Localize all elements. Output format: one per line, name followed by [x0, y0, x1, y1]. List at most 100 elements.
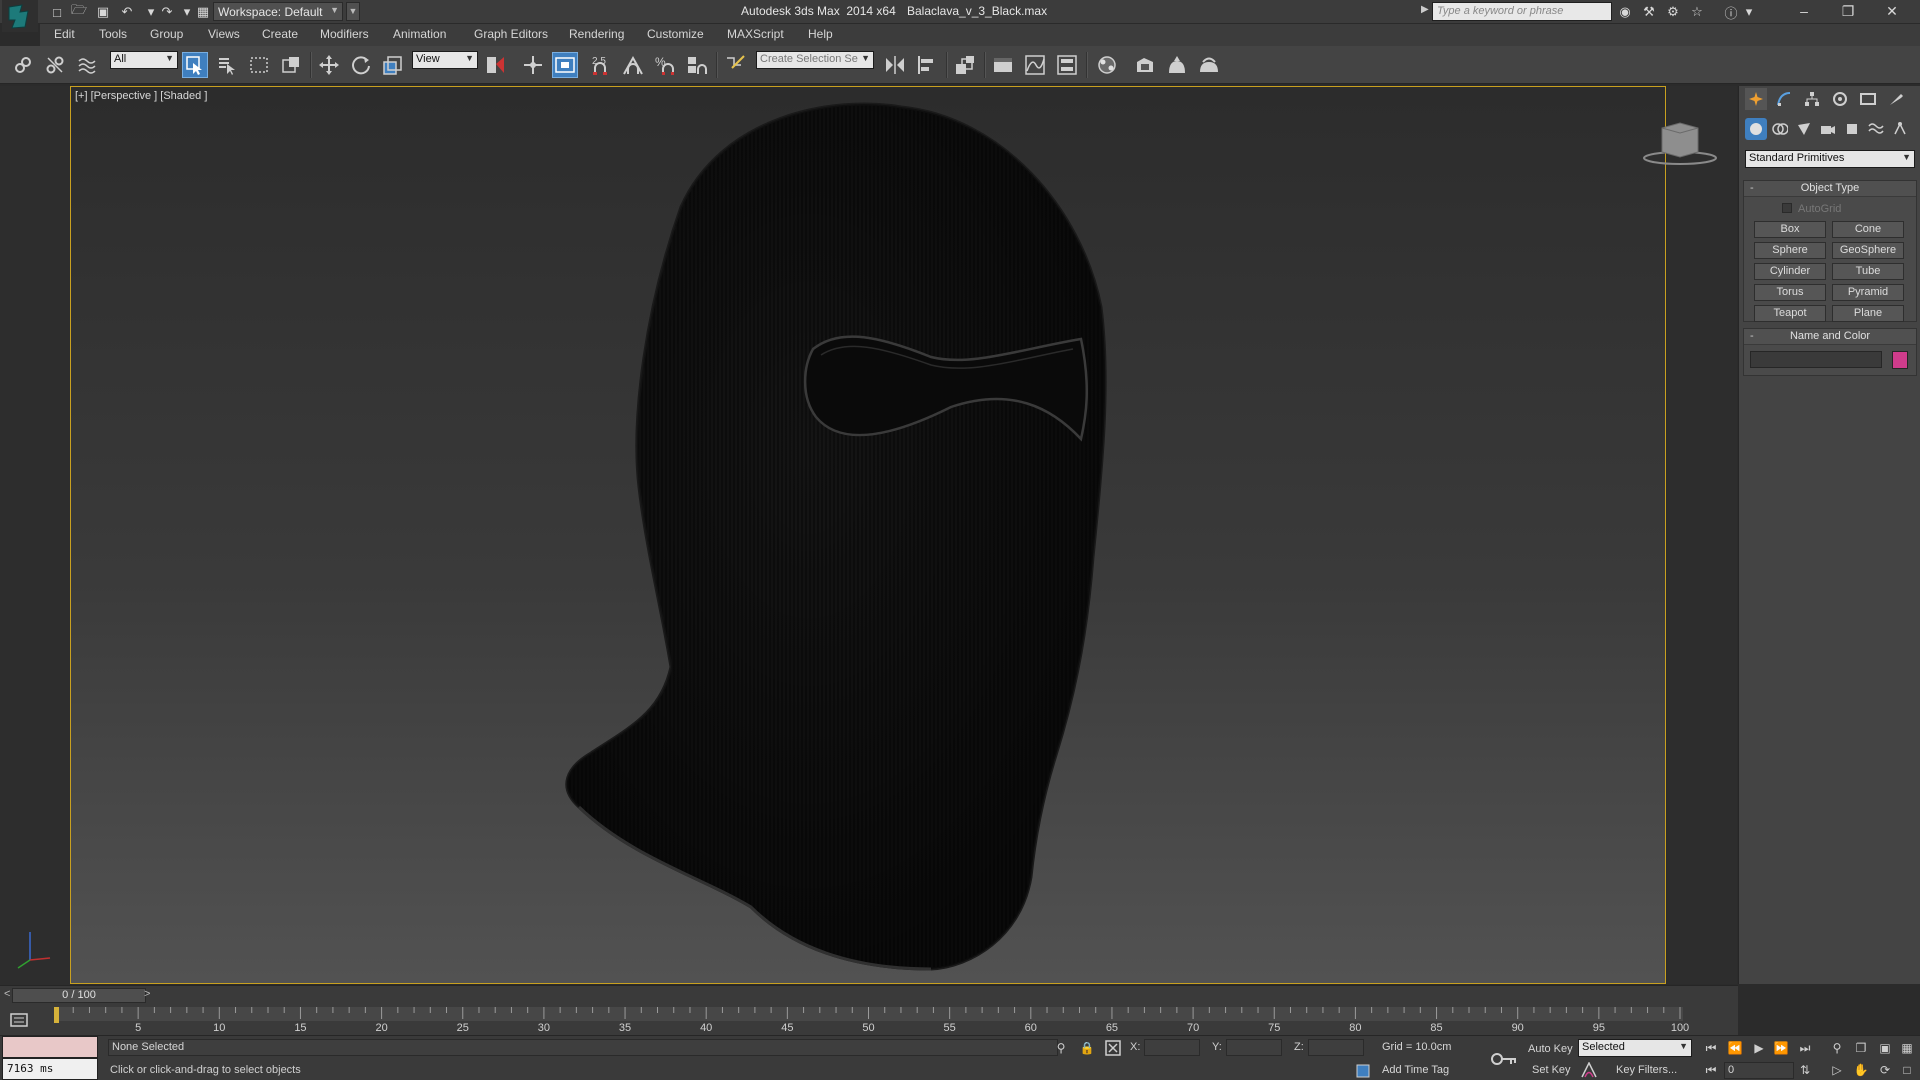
- plane-button[interactable]: Plane: [1832, 305, 1904, 322]
- selection-set-dropdown[interactable]: Selected ▼: [1578, 1039, 1692, 1057]
- toggle-scene-explorer-icon[interactable]: [952, 52, 978, 78]
- hierarchy-tab-icon[interactable]: [1801, 88, 1823, 110]
- menu-customize[interactable]: Customize: [647, 27, 704, 41]
- unlink-selection-icon[interactable]: [42, 52, 68, 78]
- menu-animation[interactable]: Animation: [393, 27, 446, 41]
- toggle-ribbon-icon[interactable]: [990, 52, 1016, 78]
- time-configuration-icon[interactable]: ⇅: [1796, 1061, 1814, 1079]
- geosphere-button[interactable]: GeoSphere: [1832, 242, 1904, 259]
- time-tag-icon[interactable]: [1354, 1062, 1372, 1080]
- add-time-tag-button[interactable]: Add Time Tag: [1382, 1064, 1449, 1076]
- space-warps-icon[interactable]: [1865, 118, 1887, 140]
- workspace-dropdown[interactable]: Workspace: Default ▼: [213, 2, 343, 21]
- box-button[interactable]: Box: [1754, 221, 1826, 238]
- y-coordinate-input[interactable]: [1226, 1039, 1282, 1056]
- sphere-button[interactable]: Sphere: [1754, 242, 1826, 259]
- viewport-label[interactable]: [+] [Perspective ] [Shaded ]: [75, 90, 207, 102]
- search-expand-icon[interactable]: ▶: [1421, 4, 1429, 15]
- cylinder-button[interactable]: Cylinder: [1754, 263, 1826, 280]
- object-name-input[interactable]: [1750, 351, 1882, 368]
- select-and-move-icon[interactable]: [316, 52, 342, 78]
- create-tab-icon[interactable]: [1745, 88, 1767, 110]
- x-coordinate-input[interactable]: [1144, 1039, 1200, 1056]
- select-and-link-icon[interactable]: [10, 52, 36, 78]
- minimize-button[interactable]: –: [1782, 0, 1826, 22]
- set-key-button[interactable]: Set Key: [1532, 1061, 1571, 1079]
- auto-key-button[interactable]: Auto Key: [1528, 1040, 1573, 1058]
- subscription-icon[interactable]: ⚒: [1640, 3, 1658, 21]
- app-menu-button[interactable]: [2, 0, 38, 32]
- align-icon[interactable]: [914, 52, 940, 78]
- angle-snap-toggle-icon[interactable]: [620, 52, 646, 78]
- menu-views[interactable]: Views: [208, 27, 240, 41]
- teapot-button[interactable]: Teapot: [1754, 305, 1826, 322]
- spinner-snap-toggle-icon[interactable]: [684, 52, 710, 78]
- window-crossing-icon[interactable]: [278, 52, 304, 78]
- default-in-out-tangents-icon[interactable]: [1580, 1061, 1598, 1079]
- geometry-icon[interactable]: [1745, 118, 1767, 140]
- name-and-color-rollout-header[interactable]: - Name and Color: [1744, 329, 1916, 345]
- keyboard-shortcut-override-icon[interactable]: [552, 52, 578, 78]
- menu-edit[interactable]: Edit: [54, 27, 75, 41]
- close-button[interactable]: ✕: [1870, 0, 1914, 22]
- render-setup-icon[interactable]: [1132, 52, 1158, 78]
- menu-group[interactable]: Group: [150, 27, 183, 41]
- time-slider-thumb[interactable]: 0 / 100: [12, 988, 146, 1003]
- rendered-frame-window-icon[interactable]: [1164, 52, 1190, 78]
- restore-button[interactable]: ❐: [1826, 0, 1870, 22]
- communication-center-icon[interactable]: ⚙: [1664, 3, 1682, 21]
- cameras-icon[interactable]: [1817, 118, 1839, 140]
- reference-coordinate-dropdown[interactable]: View ▼: [412, 51, 478, 69]
- project-folder-icon[interactable]: ▦: [194, 3, 212, 21]
- field-of-view-icon[interactable]: ▷: [1828, 1061, 1846, 1079]
- systems-icon[interactable]: [1889, 118, 1911, 140]
- perspective-viewport[interactable]: [+] [Perspective ] [Shaded ]: [70, 86, 1666, 984]
- select-object-icon[interactable]: [182, 52, 208, 78]
- schematic-view-icon[interactable]: [1054, 52, 1080, 78]
- curve-editor-icon[interactable]: [1022, 52, 1048, 78]
- modify-tab-icon[interactable]: [1773, 88, 1795, 110]
- open-file-icon[interactable]: 🗁: [70, 2, 88, 21]
- tube-button[interactable]: Tube: [1832, 263, 1904, 280]
- display-tab-icon[interactable]: [1857, 88, 1879, 110]
- object-type-rollout-header[interactable]: - Object Type: [1744, 181, 1916, 197]
- isolate-selection-icon[interactable]: ⚲: [1052, 1039, 1070, 1057]
- maxscript-listener-input[interactable]: [2, 1036, 98, 1058]
- torus-button[interactable]: Torus: [1754, 284, 1826, 301]
- use-pivot-center-icon[interactable]: [482, 52, 508, 78]
- current-frame-input[interactable]: 0: [1724, 1062, 1794, 1079]
- set-keys-key-icon[interactable]: [1490, 1050, 1518, 1068]
- menu-tools[interactable]: Tools: [99, 27, 127, 41]
- pan-view-icon[interactable]: ✋: [1852, 1061, 1870, 1079]
- selection-lock-icon[interactable]: 🔒: [1078, 1039, 1096, 1057]
- menu-help[interactable]: Help: [808, 27, 833, 41]
- menu-maxscript[interactable]: MAXScript: [727, 27, 784, 41]
- save-file-icon[interactable]: ▣: [94, 3, 112, 21]
- quick-access-customize-button[interactable]: ▼: [346, 2, 360, 21]
- new-file-icon[interactable]: □: [48, 3, 66, 21]
- redo-icon[interactable]: ↷: [158, 3, 176, 21]
- percent-snap-toggle-icon[interactable]: %: [652, 52, 678, 78]
- select-and-manipulate-icon[interactable]: [520, 52, 546, 78]
- zoom-icon[interactable]: ⚲: [1828, 1039, 1846, 1057]
- edit-named-selection-sets-icon[interactable]: [722, 52, 748, 78]
- cone-button[interactable]: Cone: [1832, 221, 1904, 238]
- absolute-mode-transform-icon[interactable]: [1104, 1039, 1122, 1057]
- search-input[interactable]: Type a keyword or phrase: [1432, 2, 1612, 21]
- key-filters-button[interactable]: Key Filters...: [1616, 1061, 1677, 1079]
- track-bar[interactable]: 5 10 15 20 25 30 35 40 45 50 55 60 65 70 75 80 85 90 95 100: [0, 1005, 1738, 1037]
- mirror-icon[interactable]: [882, 52, 908, 78]
- material-editor-icon[interactable]: [1094, 52, 1120, 78]
- favorites-star-icon[interactable]: ☆: [1688, 3, 1706, 21]
- time-slider-prev-button[interactable]: <: [4, 988, 10, 1000]
- render-production-icon[interactable]: [1196, 52, 1222, 78]
- next-frame-icon[interactable]: ⏩: [1772, 1039, 1790, 1057]
- zoom-extents-icon[interactable]: ▣: [1876, 1039, 1894, 1057]
- named-selection-sets-dropdown[interactable]: Create Selection Se ▼: [756, 51, 874, 69]
- go-to-end-icon[interactable]: ⏭: [1796, 1039, 1814, 1057]
- object-color-swatch[interactable]: [1892, 351, 1908, 369]
- selection-filter-dropdown[interactable]: All ▼: [110, 51, 178, 69]
- maximize-viewport-icon[interactable]: □: [1898, 1061, 1916, 1079]
- previous-frame-icon[interactable]: ⏪: [1726, 1039, 1744, 1057]
- helpers-icon[interactable]: [1841, 118, 1863, 140]
